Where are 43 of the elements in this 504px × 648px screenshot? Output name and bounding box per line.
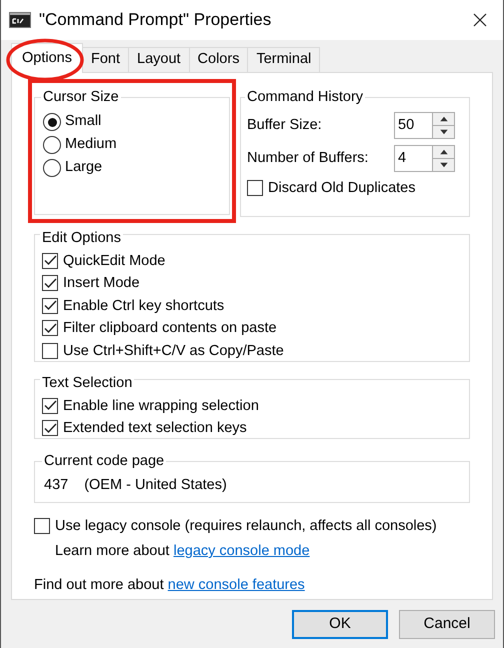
checkbox-label: Insert Mode [63,274,140,292]
radio-label: Large [65,158,102,178]
checkbox[interactable] [42,252,58,268]
window-title: "Command Prompt" Properties [39,9,272,32]
checkbox-label: Enable Ctrl key shortcuts [63,296,224,314]
group-title: Current code page [42,452,166,470]
checkbox[interactable] [42,275,58,291]
field-label: Buffer Size: [247,116,322,135]
checkbox-label: QuickEdit Mode [63,252,166,270]
checkbox-label: Discard Old Duplicates [268,179,416,197]
radio-label: Small [65,112,102,132]
checkbox-label: Filter clipboard contents on paste [63,319,277,337]
tab[interactable]: Terminal [247,47,320,72]
group-title: Edit Options [40,229,123,247]
checkbox[interactable] [42,320,58,336]
checkbox-label: Use legacy console (requires relaunch, affects all consoles) [55,517,437,535]
checkbox-label: Extended text selection keys [63,419,247,437]
info-text: Find out more about [34,576,164,595]
radio-button[interactable] [43,113,61,131]
code-page-name: (OEM - United States) [84,476,227,495]
checkbox[interactable] [42,342,58,358]
checkbox[interactable] [42,298,58,314]
dialog-button[interactable]: OK [292,610,388,639]
checkbox-label: Use Ctrl+Shift+C/V as Copy/Paste [63,342,284,360]
checkbox-label: Enable line wrapping selection [63,396,259,414]
checkbox[interactable] [42,420,58,436]
close-icon[interactable] [473,13,487,27]
radio-label: Medium [65,135,117,154]
checkbox[interactable] [247,180,263,196]
link[interactable]: legacy console mode [173,541,310,563]
field-label: Number of Buffers: [247,148,368,168]
checkbox[interactable] [42,398,58,414]
group-title: Command History [245,88,366,106]
dialog-button[interactable]: Cancel [399,610,495,639]
link[interactable]: new console features [168,574,305,596]
radio-button[interactable] [43,136,61,154]
radio-button[interactable] [43,159,61,177]
checkbox[interactable] [34,518,50,534]
spin-box[interactable]: 50 [394,112,455,139]
code-page-number: 437 [44,476,68,495]
info-text: Learn more about [55,542,170,561]
spin-box[interactable]: 4 [394,145,455,172]
console-icon [9,12,31,28]
